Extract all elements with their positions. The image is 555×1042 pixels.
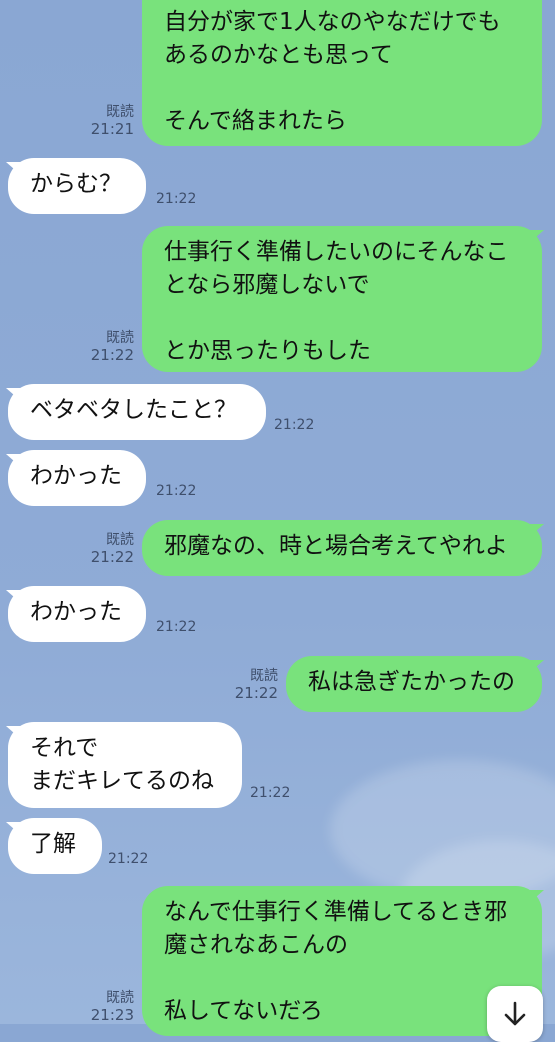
message-bubble-outgoing[interactable]: 仕事行く準備したいのにそんなこ となら邪魔しないで とか思ったりもした [142, 226, 542, 372]
message-bubble-outgoing[interactable]: 私は急ぎたかったの [286, 656, 542, 712]
timestamp: 21:22 [250, 785, 291, 801]
message-bubble-incoming[interactable]: わかった [8, 586, 146, 642]
message-meta: 既読 21:21 [80, 104, 134, 138]
message-bubble-incoming[interactable]: ベタベタしたこと？ [8, 384, 266, 440]
timestamp: 21:22 [90, 346, 134, 364]
message-meta: 既読 21:22 [80, 330, 134, 364]
timestamp: 21:22 [274, 417, 315, 433]
timestamp: 21:22 [156, 191, 197, 207]
timestamp: 21:22 [108, 851, 149, 867]
read-receipt: 既読 [106, 532, 134, 548]
message-bubble-outgoing[interactable]: 自分が家で1人なのやなだけでも あるのかなとも思って そんで絡まれたら [142, 0, 542, 146]
timestamp: 21:22 [234, 684, 278, 702]
message-meta: 既読 21:22 [80, 532, 134, 566]
message-bubble-incoming[interactable]: わかった [8, 450, 146, 506]
timestamp: 21:22 [156, 483, 197, 499]
message-bubble-outgoing[interactable]: なんで仕事行く準備してるとき邪 魔されなあこんの 私してないだろ [142, 886, 542, 1036]
message-bubble-incoming[interactable]: 了解 [8, 818, 102, 874]
message-bubble-incoming[interactable]: からむ？ [8, 158, 146, 214]
timestamp: 21:22 [90, 548, 134, 566]
message-meta: 既読 21:22 [224, 668, 278, 702]
timestamp: 21:21 [90, 120, 134, 138]
timestamp: 21:22 [156, 619, 197, 635]
read-receipt: 既読 [106, 104, 134, 120]
timestamp: 21:23 [90, 1006, 134, 1024]
scroll-to-bottom-button[interactable] [487, 986, 543, 1042]
message-bubble-incoming[interactable]: それで まだキレてるのね [8, 722, 242, 808]
read-receipt: 既読 [250, 668, 278, 684]
message-bubble-outgoing[interactable]: 邪魔なの、時と場合考えてやれよ [142, 520, 542, 576]
read-receipt: 既読 [106, 990, 134, 1006]
read-receipt: 既読 [106, 330, 134, 346]
message-meta: 既読 21:23 [80, 990, 134, 1024]
